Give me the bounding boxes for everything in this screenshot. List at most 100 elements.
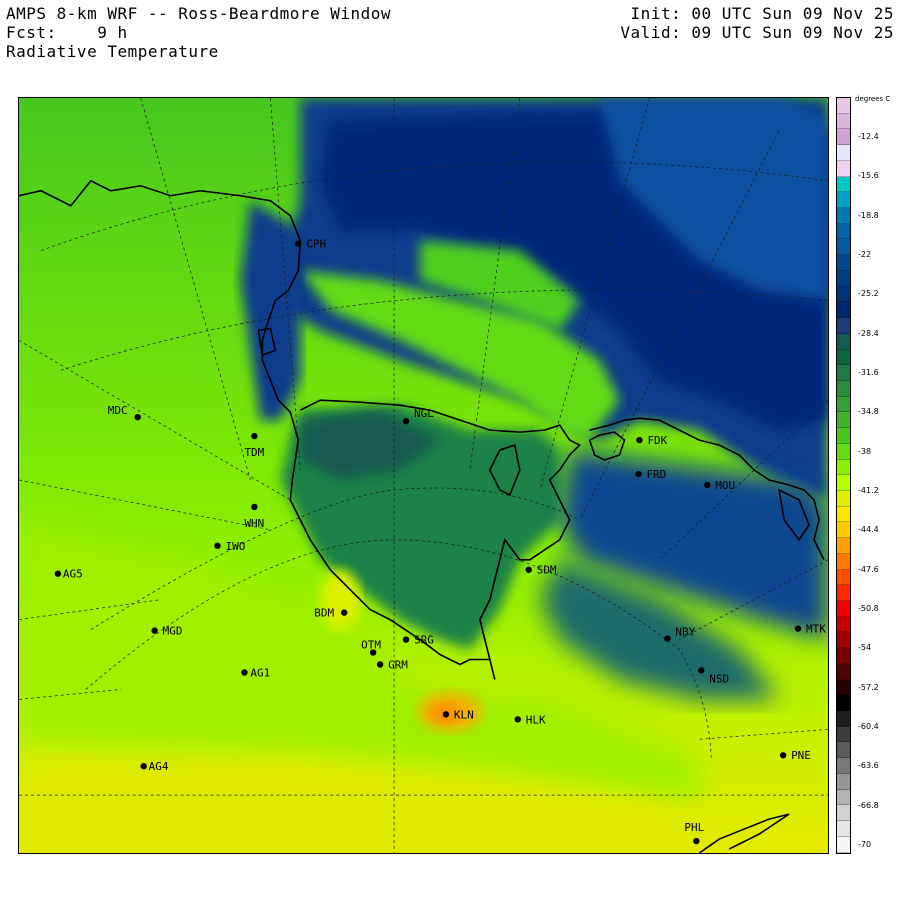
station-dot <box>779 752 787 759</box>
station-dot <box>341 609 348 616</box>
station-label: WHN <box>244 517 264 530</box>
station-label: MGD <box>163 625 183 638</box>
map-title: AMPS 8-km WRF -- Ross-Beardmore Window <box>6 4 392 23</box>
station-dot <box>704 481 711 489</box>
station-label: CPH <box>306 238 326 251</box>
colorbar-swatch <box>837 773 850 790</box>
init-time: Init: 00 UTC Sun 09 Nov 25 <box>630 4 894 23</box>
colorbar-swatch <box>837 585 850 601</box>
colorbar-swatch <box>837 302 850 319</box>
colorbar-swatch <box>837 475 850 491</box>
colorbar-label: -31.6 <box>858 368 879 377</box>
header-left: AMPS 8-km WRF -- Ross-Beardmore Window F… <box>6 4 391 61</box>
colorbar-swatch <box>837 129 850 146</box>
colorbar-label: -47.6 <box>858 564 879 574</box>
colorbar-swatch <box>837 270 850 287</box>
station-dot <box>251 503 258 511</box>
station-label: NGL <box>414 407 434 420</box>
station-label: MTK <box>806 623 826 636</box>
station-dot <box>251 432 258 440</box>
colorbar-swatch <box>837 601 850 617</box>
colorbar-swatch <box>837 365 850 381</box>
station-dot <box>241 669 248 676</box>
station-label: NBY <box>675 626 695 639</box>
colorbar-label: -34.8 <box>858 407 879 417</box>
colorbar-label: -18.8 <box>858 210 879 220</box>
colorbar-label: -41.2 <box>858 486 879 495</box>
colorbar-swatch <box>837 443 850 460</box>
colorbar-swatch <box>837 349 850 366</box>
colorbar-swatch <box>837 742 850 759</box>
colorbar-swatch <box>837 459 850 476</box>
colorbar-label: -15.6 <box>858 171 879 181</box>
colorbar-swatch <box>837 663 850 680</box>
colorbar-swatch <box>837 255 850 271</box>
map-panel: CPH MDC TDM NGL FDK FRD MOU WHN IWO AG5 SDM BDM MGD N… <box>18 97 829 854</box>
colorbar-swatch <box>837 318 850 334</box>
colorbar-label: -25.2 <box>858 289 879 299</box>
station-dot <box>140 763 147 770</box>
forecast-hour: Fcst: 9 h <box>6 23 128 42</box>
colorbar-swatch <box>837 428 850 444</box>
colorbar-label: -50.8 <box>858 604 879 613</box>
colorbar-swatch <box>837 711 850 727</box>
colorbar-label: -38 <box>858 446 872 456</box>
station-dot <box>376 661 384 668</box>
colorbar-swatch <box>837 98 850 114</box>
colorbar-swatch <box>837 632 850 649</box>
map-canvas: CPH MDC TDM NGL FDK FRD MOU WHN IWO AG5 SDM BDM MGD N… <box>19 98 828 853</box>
colorbar-swatch <box>837 490 850 507</box>
colorbar <box>836 97 851 854</box>
colorbar-label: -70 <box>858 840 872 849</box>
colorbar-label: -57.2 <box>858 682 879 692</box>
station-label: TDM <box>244 446 264 459</box>
station-label: PHL <box>684 821 704 834</box>
station-label: SDM <box>537 564 557 577</box>
colorbar-label: -22 <box>858 250 872 259</box>
station-label: HLK <box>526 713 546 726</box>
station-dot <box>636 436 643 444</box>
colorbar-swatch <box>837 113 850 130</box>
colorbar-swatch <box>837 821 850 837</box>
colorbar-swatch <box>837 176 850 193</box>
colorbar-swatch <box>837 679 850 696</box>
colorbar-swatch <box>837 412 850 429</box>
station-label: GRM <box>388 658 408 671</box>
station-label: PNE <box>791 749 811 762</box>
colorbar-swatch <box>837 208 850 224</box>
station-label: AG4 <box>149 760 169 773</box>
station-label: SRG <box>414 634 434 647</box>
colorbar-swatch <box>837 522 850 539</box>
station-label: MDC <box>108 404 128 417</box>
colorbar-swatch <box>837 160 850 177</box>
station-dot <box>514 716 521 723</box>
valid-time: Valid: 09 UTC Sun 09 Nov 25 <box>620 23 894 42</box>
colorbar-swatch <box>837 695 850 712</box>
colorbar-swatch <box>837 758 850 774</box>
colorbar-units: degrees C <box>855 95 891 103</box>
station-label: MOU <box>715 479 735 492</box>
header-right: Init: 00 UTC Sun 09 Nov 25 Valid: 09 UTC… <box>620 4 894 42</box>
colorbar-swatch <box>837 286 850 303</box>
colorbar-label: -66.8 <box>858 800 879 810</box>
colorbar-swatch <box>837 506 850 523</box>
colorbar-swatch <box>837 192 850 209</box>
colorbar-swatch <box>837 726 850 743</box>
colorbar-label: -28.4 <box>858 328 879 338</box>
colorbar-label: -63.6 <box>858 761 879 771</box>
colorbar-label: -54 <box>858 643 872 653</box>
station-label: IWO <box>225 540 245 553</box>
station-label: FRD <box>646 468 666 481</box>
station-label: KLN <box>454 708 474 721</box>
colorbar-swatch <box>837 333 850 350</box>
colorbar-swatch <box>837 223 850 240</box>
colorbar-swatch <box>837 648 850 664</box>
colorbar-label: -60.4 <box>858 722 879 731</box>
station-dot <box>525 566 532 573</box>
colorbar-label: -12.4 <box>858 132 879 141</box>
station-dot <box>134 413 141 421</box>
colorbar-swatch <box>837 396 850 413</box>
station-dot <box>693 837 700 845</box>
station-dot <box>698 667 705 674</box>
station-dot <box>664 635 671 642</box>
